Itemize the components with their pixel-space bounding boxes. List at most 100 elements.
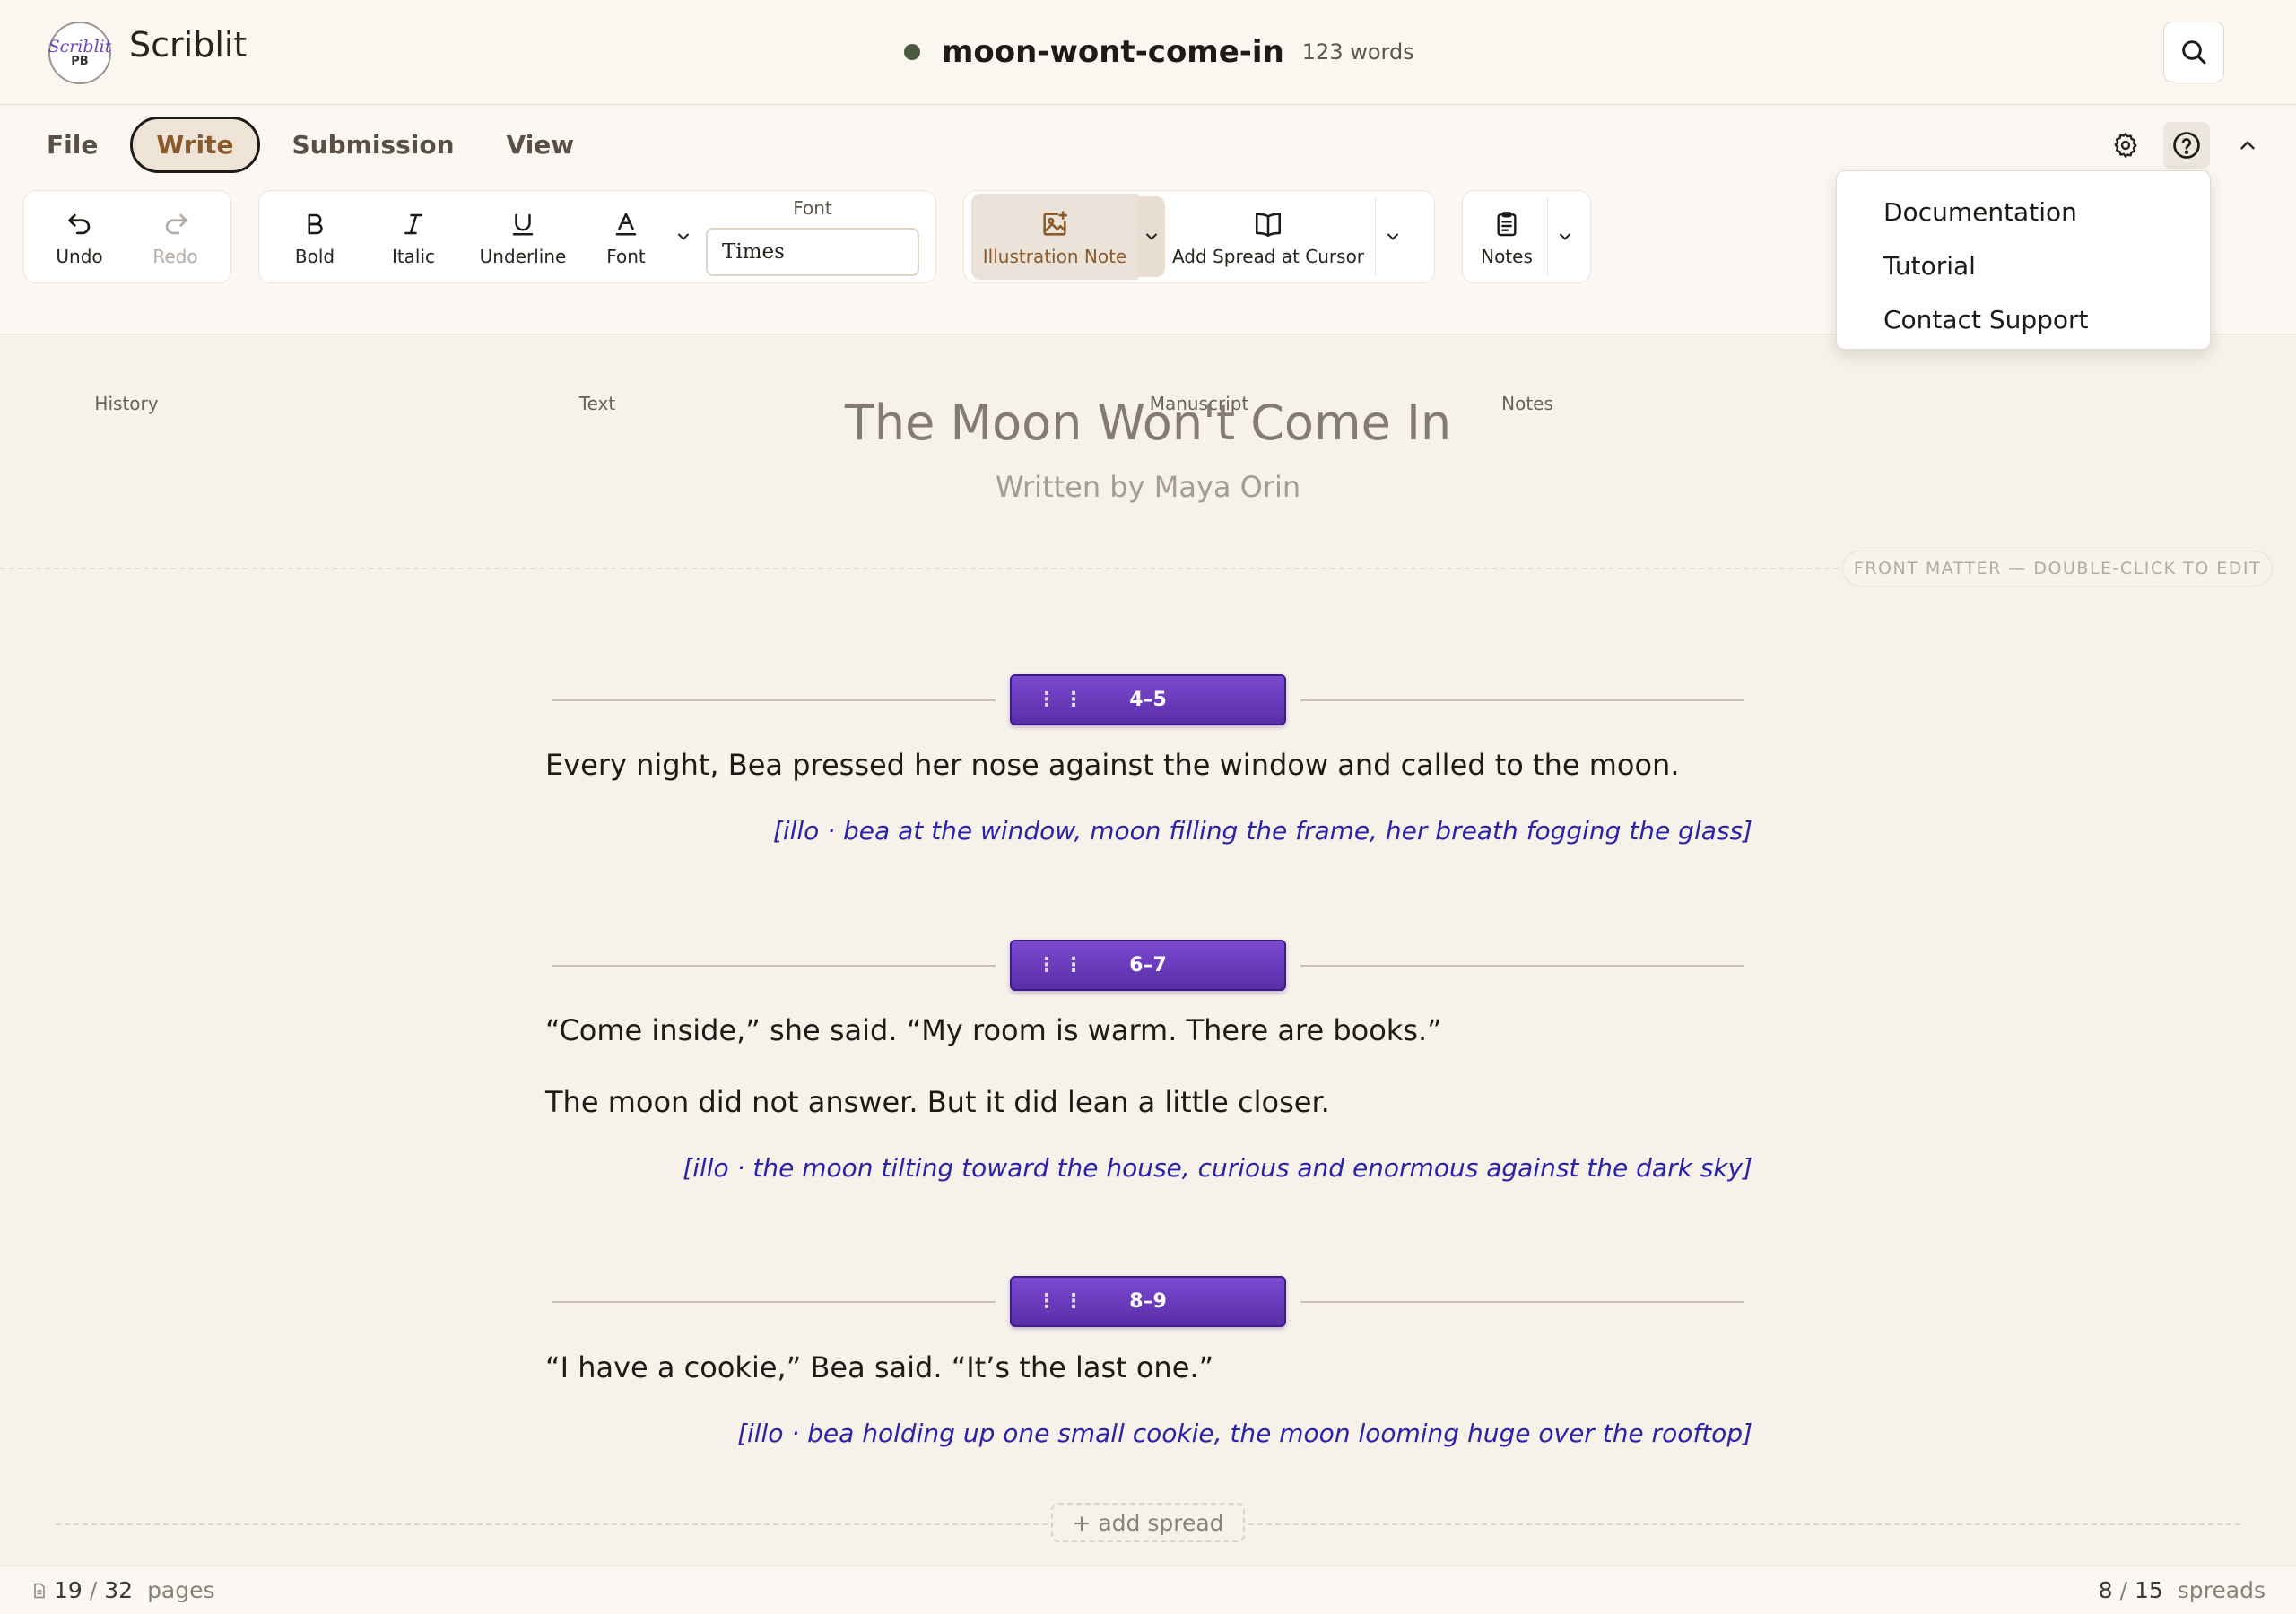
front-matter-badge[interactable]: FRONT MATTER — DOUBLE-CLICK TO EDIT [1842,551,2273,586]
spread-divider-right [1300,965,1744,967]
font-color-icon [615,213,637,236]
italic-icon [404,213,422,235]
clipboard-icon [1497,212,1517,237]
spread-pages: 4–5 [1129,689,1167,711]
collapse-ribbon-button[interactable] [2224,122,2271,169]
chevron-down-icon [1560,233,1570,240]
tab-write[interactable]: Write [130,117,260,173]
drag-handle-icon[interactable]: ⋮⋮ [1037,689,1100,711]
settings-button[interactable] [2102,122,2149,169]
app-logo: Scriblit PB [48,22,111,84]
undo-icon [67,213,90,235]
spread-marker[interactable]: ⋮⋮ 6–7 [1010,940,1286,991]
notes-group: Notes [1462,190,1591,283]
manuscript-group: Illustration Note Add Spread at Cursor [963,190,1435,283]
text-options-dropdown[interactable] [670,196,697,277]
illustration-note[interactable]: [illo · the moon tilting toward the hous… [683,1153,1752,1183]
spreads-current: 8 [2098,1577,2113,1603]
front-matter-divider [0,568,1839,569]
manuscript-paragraph[interactable]: The moon did not answer. But it did lean… [545,1085,1330,1119]
menu-item-contact-support[interactable]: Contact Support [1837,293,2210,347]
spread-divider-left [552,699,996,701]
font-color-button[interactable]: Font [582,194,670,280]
drag-handle-icon[interactable]: ⋮⋮ [1037,1290,1100,1313]
help-menu: Documentation Tutorial Contact Support [1836,170,2211,350]
bold-button[interactable]: Bold [266,194,363,280]
spread-marker[interactable]: ⋮⋮ 8–9 [1010,1276,1286,1327]
illustration-note[interactable]: [illo · bea at the window, moon filling … [773,816,1752,846]
add-spread-dropdown[interactable] [1379,196,1406,277]
manuscript-paragraph[interactable]: Every night, Bea pressed her nose agains… [545,748,1680,782]
italic-button[interactable]: Italic [363,194,464,280]
menu-item-documentation[interactable]: Documentation [1837,186,2210,239]
redo-button[interactable]: Redo [127,194,223,280]
app-name: Scriblit [129,25,248,65]
notes-dropdown[interactable] [1552,196,1578,277]
page-icon [34,1583,45,1598]
drag-handle-icon[interactable]: ⋮⋮ [1037,954,1100,976]
font-selector: Font Times [706,197,919,276]
illustration-note-dropdown[interactable] [1138,196,1165,277]
undo-label: Undo [56,246,103,267]
ribbon-tabs: File Write Submission View [27,117,606,173]
spreads-separator: / [2119,1577,2127,1603]
book-author[interactable]: Written by Maya Orin [0,470,2296,504]
add-spread-label: Add Spread at Cursor [1171,246,1365,267]
redo-label: Redo [152,246,198,267]
history-group: Undo Redo [23,190,231,283]
italic-label: Italic [391,246,436,267]
chevron-down-icon [1387,233,1398,240]
book-title[interactable]: The Moon Won't Come In [0,395,2296,451]
help-icon [2173,132,2200,159]
status-bar: 19 / 32 pages 8 / 15 spreads [0,1566,2296,1614]
help-button[interactable] [2163,122,2210,169]
gear-icon [2114,133,2137,158]
text-group: Bold Italic Underline Font Font Times [258,190,936,283]
bold-icon [308,213,323,235]
spread-marker[interactable]: ⋮⋮ 4–5 [1010,674,1286,725]
chevron-down-icon [678,233,689,240]
title-bar: Scriblit PB Scriblit moon-wont-come-in 1… [0,0,2296,105]
spread-pages: 6–7 [1129,954,1167,976]
tab-view[interactable]: View [487,117,595,172]
open-book-icon [1255,213,1282,238]
pages-separator: / [89,1577,98,1603]
tab-file[interactable]: File [27,117,117,172]
menu-item-tutorial[interactable]: Tutorial [1837,239,2210,293]
spread-pages: 8–9 [1129,1290,1167,1313]
notes-label: Notes [1481,246,1533,267]
font-field-label: Font [793,197,832,219]
tab-submission[interactable]: Submission [273,117,474,172]
notes-button[interactable]: Notes [1470,194,1544,280]
document-filename[interactable]: moon-wont-come-in [942,34,1284,70]
add-spread-at-cursor-button[interactable]: Add Spread at Cursor [1165,194,1371,280]
word-count: 123 words [1301,39,1414,65]
illustration-note[interactable]: [illo · bea holding up one small cookie,… [737,1419,1752,1448]
manuscript-paragraph[interactable]: “I have a cookie,” Bea said. “It’s the l… [545,1350,1213,1384]
pages-total: 32 [104,1577,134,1603]
undo-button[interactable]: Undo [31,194,127,280]
chevron-down-icon [1146,233,1157,240]
underline-icon [512,213,534,236]
spread-divider-right [1300,1301,1744,1303]
document-info: moon-wont-come-in 123 words [904,30,1414,74]
spreads-total: 15 [2134,1577,2163,1603]
illustration-note-label: Illustration Note [982,246,1127,267]
search-icon [2182,40,2206,65]
chevron-up-icon [2240,141,2255,150]
manuscript-paragraph[interactable]: “Come inside,” she said. “My room is war… [545,1013,1442,1047]
save-status-dot [904,44,920,60]
page-count: 19 / 32 pages [30,1577,215,1603]
illustration-note-button[interactable]: Illustration Note [971,194,1138,280]
font-label: Font [606,246,646,267]
divider [1547,198,1548,275]
add-spread-button[interactable]: + add spread [1051,1503,1245,1542]
redo-icon [165,213,187,235]
underline-button[interactable]: Underline [464,194,582,280]
search-button[interactable] [2163,22,2224,82]
pages-current: 19 [54,1577,83,1603]
spread-divider-left [552,965,996,967]
image-add-icon [1043,211,1068,236]
font-family-input[interactable]: Times [706,228,919,276]
spread-divider-right [1300,699,1744,701]
